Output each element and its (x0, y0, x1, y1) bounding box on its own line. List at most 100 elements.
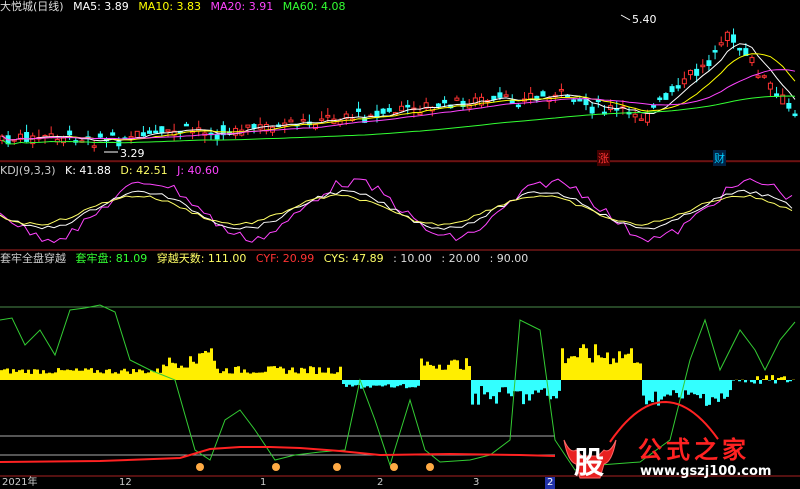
indicator-bar (60, 370, 63, 380)
indicator-bar (297, 373, 300, 380)
indicator-bar (138, 369, 141, 380)
indicator-bar (636, 362, 639, 380)
indicator-bar (744, 380, 747, 383)
indicator-bar (9, 373, 12, 380)
indicator-bar (429, 364, 432, 380)
indicator-bar (693, 380, 696, 395)
indicator-bar (48, 372, 51, 380)
indicator-bar (123, 368, 126, 380)
indicator-bar (414, 380, 417, 388)
indicator-bar (672, 380, 675, 391)
indicator-bar (177, 367, 180, 380)
candle-body (356, 108, 362, 112)
candle-body (442, 99, 448, 104)
xaxis-label-2021: 2021年 (2, 477, 38, 488)
candle-body (632, 113, 638, 118)
indicator-bar (669, 380, 672, 396)
indicator-bar (126, 371, 129, 380)
indicator-bar (144, 373, 147, 380)
watermark-url: www.gszj100.com (640, 464, 772, 479)
indicator-bar (690, 380, 693, 393)
indicator-bar (135, 372, 138, 380)
candle-body (565, 95, 571, 98)
indicator-bar (90, 368, 93, 380)
indicator-bar (447, 364, 450, 380)
indicator-bar (705, 380, 708, 406)
indicator-bar (477, 380, 480, 405)
indicator-bar (378, 380, 381, 386)
indicator-bar (258, 372, 261, 380)
indicator-bar (468, 366, 471, 380)
candle-body (435, 103, 441, 107)
indicator-bar (750, 380, 753, 383)
indicator-bar (753, 380, 756, 384)
indicator-bar (345, 380, 348, 387)
tag-zhang: 涨 (597, 150, 610, 166)
indicator-bar (435, 368, 438, 380)
indicator-bar (507, 380, 510, 394)
kdj-lines-group (0, 178, 793, 244)
indicator-bar (624, 354, 627, 380)
indicator-bar (504, 380, 507, 388)
candle-body (657, 97, 663, 101)
indicator-bar (372, 380, 375, 386)
indicator-bar (75, 368, 78, 380)
indicator-bar (336, 372, 339, 380)
indicator-bar (579, 347, 582, 380)
signal-marker (390, 463, 398, 471)
indicator-bar (465, 358, 468, 380)
indicator-bar (309, 366, 312, 380)
candle-body (399, 105, 405, 112)
indicator-bar (729, 380, 732, 391)
indicator-bar (480, 380, 483, 387)
candle-body (491, 95, 497, 100)
xaxis-label-3: 3 (473, 477, 480, 488)
indicator-bar (234, 366, 237, 380)
indicator-bar (663, 380, 666, 397)
indicator-bar (120, 370, 123, 380)
indicator-bar (459, 368, 462, 380)
indicator-bar (63, 370, 66, 380)
indicator-bar (492, 380, 495, 397)
indicator-bar (132, 369, 135, 380)
candle-body (724, 31, 730, 42)
indicator-bar (147, 372, 150, 380)
candle-body (792, 113, 798, 117)
indicator-bar (732, 380, 735, 381)
indicator-bar (99, 372, 102, 380)
indicator-bar (633, 362, 636, 380)
indicator-bar (150, 370, 153, 380)
indicator-bar (33, 369, 36, 380)
indicator-bar (774, 380, 777, 384)
k-line (0, 189, 793, 230)
indicator-bar (294, 372, 297, 380)
indicator-bar (156, 368, 159, 380)
indicator-bar (402, 380, 405, 385)
indicator-bar (786, 380, 789, 383)
indicator-bar (288, 370, 291, 380)
indicator-bar (618, 351, 621, 380)
high-price-label: 5.40 (632, 13, 657, 26)
candle-body (712, 50, 718, 53)
indicator-bar (453, 359, 456, 380)
candle-body (165, 129, 171, 132)
indicator-bar (153, 372, 156, 380)
candle-body (325, 114, 331, 118)
indicator-bar (45, 373, 48, 380)
indicator-bar (387, 380, 390, 385)
indicator-bar (42, 370, 45, 380)
indicator-bar (375, 380, 378, 386)
indicator-bar (471, 380, 474, 405)
indicator-bar (570, 356, 573, 380)
indicator-bar (582, 344, 585, 380)
indicator-bar (264, 371, 267, 380)
indicator-bar (324, 372, 327, 380)
indicator-bar (51, 373, 54, 380)
high-pointer (620, 14, 631, 21)
indicator-bar (300, 367, 303, 380)
indicator-bar (426, 361, 429, 380)
indicator-bar (249, 373, 252, 380)
indicator-bar (408, 380, 411, 388)
indicator-bar (714, 380, 717, 399)
candle-body (24, 132, 30, 142)
